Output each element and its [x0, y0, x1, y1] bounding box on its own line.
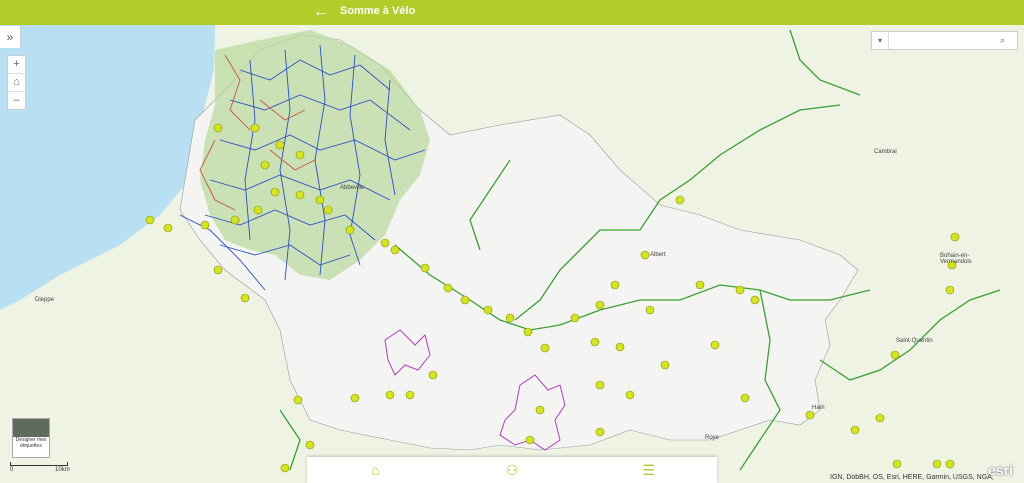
map-view[interactable]: Abbeville Cambrai Bohain-en-Vermandois S…: [0, 25, 1024, 483]
top-bar: ← Somme à Vélo: [0, 0, 1024, 25]
scale-left: 0: [10, 467, 14, 473]
map-label: Saint-Quentin: [896, 338, 933, 344]
home-icon[interactable]: ⌂: [8, 74, 25, 92]
basemap-label: Désigner mes étiquettes: [15, 437, 47, 449]
scale-right: 10km: [55, 467, 70, 473]
zoom-out-button[interactable]: –: [8, 92, 25, 109]
map-label: Ham: [812, 405, 825, 411]
basemap-toggle[interactable]: Désigner mes étiquettes: [12, 418, 50, 458]
search-input[interactable]: [892, 32, 996, 49]
map-label: Cambrai: [874, 149, 897, 155]
basemap-thumbnail: [13, 419, 49, 437]
app-title: Somme à Vélo: [340, 5, 416, 17]
back-arrow-icon[interactable]: ←: [312, 3, 330, 21]
scale-bar: 0 10km: [10, 462, 70, 473]
zoom-in-button[interactable]: +: [8, 56, 25, 74]
zoom-controls: + ⌂ –: [7, 55, 26, 110]
search-icon[interactable]: ⌕: [1000, 35, 1005, 46]
user-icon[interactable]: ⚇: [444, 457, 581, 483]
map-label: Bohain-en-Vermandois: [940, 253, 972, 265]
map-label: Dieppe: [35, 297, 55, 303]
expand-panel-button[interactable]: »: [0, 26, 21, 48]
search-box: ▾ ⌕: [871, 31, 1018, 50]
map-label: Abbeville: [340, 185, 365, 191]
attribution: IGN, DobBH, OS, Esri, HERE, Garmin, USGS…: [830, 474, 994, 481]
chevron-down-icon[interactable]: ▾: [872, 32, 889, 49]
esri-logo: esri: [988, 462, 1013, 478]
bottom-nav: ⌂ ⚇ ☰: [307, 457, 717, 483]
home-icon[interactable]: ⌂: [307, 457, 444, 483]
menu-icon[interactable]: ☰: [580, 457, 717, 483]
map-label: Albert: [650, 252, 666, 258]
map-label: Roye: [705, 435, 720, 441]
